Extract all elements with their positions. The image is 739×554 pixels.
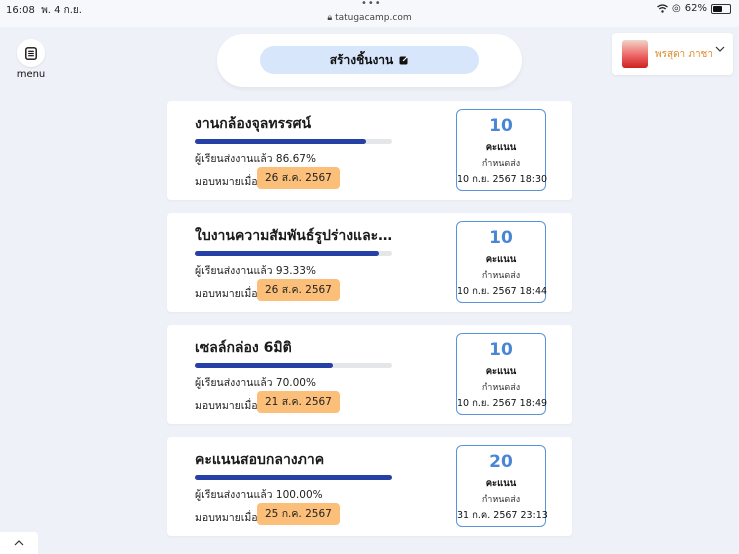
submission-rate: ผู้เรียนส่งงานแล้ว 86.67% [195,153,316,165]
assignment-card[interactable]: คะแนนสอบกลางภาค ผู้เรียนส่งงานแล้ว 100.0… [167,437,572,536]
edit-icon [399,55,410,65]
score-value: 10 [489,228,513,248]
score-unit: คะแนน [485,254,517,265]
assignment-card[interactable]: ใบงานความสัมพันธ์รูปร่างและหน้าที่ ผู้เร… [167,213,572,312]
create-assignment-label: สร้างชิ้นงาน [329,52,394,67]
assignment-title: ใบงานความสัมพันธ์รูปร่างและหน้าที่ [195,228,395,244]
submission-progress-bar [195,363,392,368]
due-date: 10 ก.ย. 2567 18:49 [457,398,548,409]
submission-progress-fill [195,139,366,144]
assignment-title: เซลล์กล่อง 6มิติ [195,340,292,356]
menu-label[interactable]: menu [12,69,50,80]
submission-rate: ผู้เรียนส่งงานแล้ว 100.00% [195,489,323,501]
assigned-label: มอบหมายเมื่อ [195,176,258,188]
assignment-title: คะแนนสอบกลางภาค [195,452,325,468]
avatar [622,40,648,68]
submission-progress-bar [195,251,392,256]
submission-progress-fill [195,251,379,256]
battery-percent: 62% [684,3,707,14]
assigned-label: มอบหมายเมื่อ [195,512,258,524]
header: menu สร้างชิ้นงาน พรสุดา ภาชา [0,27,739,99]
assignment-title: งานกล้องจุลทรรศน์ [195,116,312,132]
due-label: กำหนดส่ง [481,383,521,393]
score-value: 10 [489,340,513,360]
score-box: 10 คะแนน กำหนดส่ง 10 ก.ย. 2567 18:44 [456,221,548,303]
assigned-date-badge: 26 ส.ค. 2567 [257,279,340,301]
score-value: 10 [489,116,513,136]
submission-progress-fill [195,475,392,480]
address-bar[interactable]: 🔒︎ tatugacamp.com [0,13,739,23]
status-right: ◎ 62% [657,3,731,14]
score-box: 20 คะแนน กำหนดส่ง 31 ก.ค. 2567 23:13 [456,445,548,527]
user-menu[interactable]: พรสุดา ภาชา [612,33,733,75]
submission-progress-fill [195,363,333,368]
submission-rate: ผู้เรียนส่งงานแล้ว 70.00% [195,377,316,389]
wifi-icon [657,4,668,13]
score-unit: คะแนน [485,142,517,153]
submission-progress-bar [195,139,392,144]
score-box: 10 คะแนน กำหนดส่ง 10 ก.ย. 2567 18:30 [456,109,548,191]
assigned-label: มอบหมายเมื่อ [195,400,258,412]
score-value: 20 [489,452,513,472]
menu-button[interactable] [17,39,45,67]
assigned-label: มอบหมายเมื่อ [195,288,258,300]
lock-icon: 🔒︎ [327,13,333,23]
submission-progress-bar [195,475,392,480]
orientation-lock-icon: ◎ [672,3,681,14]
submission-rate: ผู้เรียนส่งงานแล้ว 93.33% [195,265,316,277]
due-label: กำหนดส่ง [481,159,521,169]
score-unit: คะแนน [485,478,517,489]
url-text: tatugacamp.com [335,13,412,23]
score-box: 10 คะแนน กำหนดส่ง 10 ก.ย. 2567 18:49 [456,333,548,415]
battery-icon [711,3,731,14]
create-assignment-button[interactable]: สร้างชิ้นงาน [260,46,479,74]
user-name: พรสุดา ภาชา [655,49,713,60]
score-unit: คะแนน [485,366,517,377]
due-date: 10 ก.ย. 2567 18:30 [457,174,548,185]
assigned-date-badge: 25 ก.ค. 2567 [257,503,340,525]
chevron-down-icon [715,46,725,52]
assignment-card[interactable]: เซลล์กล่อง 6มิติ ผู้เรียนส่งงานแล้ว 70.0… [167,325,572,424]
menu-icon [25,46,37,60]
due-label: กำหนดส่ง [481,495,521,505]
scroll-up-button[interactable] [0,532,38,554]
create-assignment-container: สร้างชิ้นงาน [217,34,522,87]
more-dots-icon[interactable]: ••• [361,0,382,9]
assigned-date-badge: 26 ส.ค. 2567 [257,167,340,189]
chevron-up-icon [14,540,24,546]
status-bar: 16:08 พ. 4 ก.ย. ••• 🔒︎ tatugacamp.com ◎ … [0,0,739,27]
assignment-card[interactable]: งานกล้องจุลทรรศน์ ผู้เรียนส่งงานแล้ว 86.… [167,101,572,200]
due-date: 31 ก.ค. 2567 23:13 [457,510,548,521]
due-date: 10 ก.ย. 2567 18:44 [457,286,548,297]
due-label: กำหนดส่ง [481,271,521,281]
assigned-date-badge: 21 ส.ค. 2567 [257,391,340,413]
